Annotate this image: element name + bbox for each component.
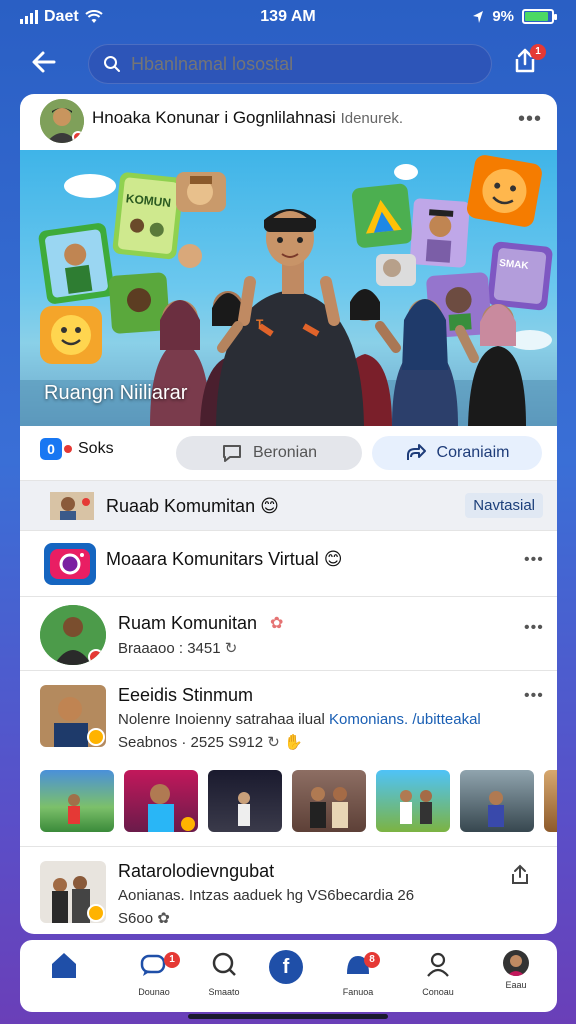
post-title[interactable]: Hnoaka Konunar i Gognlilahnasi Idenurek. (92, 108, 492, 128)
comment-icon (222, 445, 241, 462)
nav-search[interactable]: Smaato (192, 950, 256, 1006)
feed-item[interactable]: Moaara Komunitars Virtual 😊 ••• (20, 530, 557, 596)
notification-label: Ruaab Komumitan 😊 (106, 496, 279, 516)
sozluk-icon: 0 (40, 438, 62, 460)
feed-item-title: Ratarolodievngubat (118, 861, 275, 881)
camera-app-icon (44, 543, 96, 585)
search-icon (212, 952, 236, 976)
feed-item-meta: Seabnos · 2525 S912 ↻ ✋ (118, 734, 303, 751)
feed-item[interactable]: Ratarolodievngubat Aonianas. Intzas aadu… (20, 846, 557, 934)
battery-icon (522, 9, 557, 24)
notification-thumbnail (50, 492, 94, 520)
banner-shirt-text: T (256, 317, 264, 331)
avatar (503, 950, 529, 976)
group-banner-image[interactable]: KOMUN SMAK T Ruangn Niiliarar (20, 150, 557, 426)
notification-dot (64, 445, 72, 453)
back-button[interactable] (30, 48, 66, 80)
battery-percent: 9% (492, 8, 514, 25)
photo-thumbnail[interactable] (40, 770, 114, 832)
more-options-icon[interactable]: ••• (524, 688, 544, 704)
nav-account[interactable]: Eaau (484, 950, 548, 1006)
share-icon (512, 864, 528, 884)
feed-item-meta: S6oo ✿ (118, 910, 170, 927)
search-bar[interactable] (88, 44, 492, 84)
nav-chat[interactable]: 1 Dounao (122, 950, 186, 1006)
photo-thumbnail[interactable] (460, 770, 534, 832)
photo-thumbnail[interactable] (376, 770, 450, 832)
refresh-icon: ↻ (224, 640, 238, 657)
nav-search-label: Smaato (208, 987, 240, 997)
location-icon (473, 10, 484, 23)
bottom-navigation: 1 Dounao Smaato f 8 Fanuoa Conoau Eaau (20, 940, 557, 1012)
status-bar: Daet 139 AM 9% (0, 0, 576, 34)
notification-row[interactable]: Ruaab Komumitan 😊 Navtasial (20, 480, 557, 530)
top-bar: 1 (0, 40, 576, 88)
back-arrow-icon (32, 51, 56, 73)
more-options-icon[interactable]: ••• (524, 620, 544, 636)
chat-badge: 1 (164, 952, 180, 968)
sozluk-label: Soks (78, 440, 114, 457)
nav-groups-label: Fanuoa (342, 987, 374, 997)
home-icon (52, 953, 76, 978)
post-subtitle: Idenurek. (340, 110, 404, 127)
photo-thumbnail[interactable] (208, 770, 282, 832)
nav-home[interactable] (32, 950, 96, 1006)
nav-facebook[interactable]: f (254, 950, 318, 1006)
feed-item-description: Aonianas. Intzas aaduek hg VS6becardia 2… (118, 887, 415, 904)
heart-icon: ✿ (270, 615, 284, 632)
share-post-button[interactable]: Coraniaim (372, 436, 542, 470)
feed-item-meta: Braaaoo : 3451 ↻ (118, 640, 238, 657)
share-button[interactable]: 1 (510, 44, 546, 82)
share-badge: 1 (530, 44, 546, 60)
post-thumbnail (40, 861, 106, 923)
feed-item-title: Ruam Komunitan (118, 613, 258, 633)
photo-thumbnail[interactable] (544, 770, 557, 832)
search-icon (104, 56, 120, 72)
profile-icon (427, 952, 449, 977)
banner-caption: Ruangn Niiliarar (44, 382, 188, 404)
notification-tag[interactable]: Navtasial (465, 493, 543, 518)
post-header: Hnoaka Konunar i Gognlilahnasi Idenurek.… (20, 94, 557, 150)
nav-chat-label: Dounao (138, 987, 170, 997)
facebook-logo-icon: f (269, 950, 303, 984)
feed-item-description: Nolenre Inoienny satrahaa ilual Komonian… (118, 711, 481, 728)
nav-groups[interactable]: 8 Fanuoa (326, 950, 390, 1006)
nav-account-label: Eaau (505, 980, 527, 990)
nav-profile[interactable]: Conoau (406, 950, 470, 1006)
comment-label: Beronian (252, 444, 318, 461)
post-card: Hnoaka Konunar i Gognlilahnasi Idenurek.… (20, 94, 557, 934)
more-options-icon[interactable]: ••• (524, 552, 544, 568)
search-input[interactable] (131, 53, 471, 75)
feed-item-title: Eeeidis Stinmum (118, 685, 254, 705)
group-avatar (40, 605, 106, 665)
photo-thumbnail[interactable] (292, 770, 366, 832)
post-author-avatar[interactable] (40, 99, 84, 143)
feed-item-title: Moaara Komunitars Virtual 😊 (106, 549, 343, 569)
groups-badge: 8 (364, 952, 380, 968)
nav-profile-label: Conoau (422, 987, 454, 997)
post-thumbnail (40, 685, 106, 747)
more-options-icon[interactable]: ••• (518, 109, 542, 129)
home-indicator (188, 1014, 388, 1019)
action-bar: 0 Soks Beronian Coraniaim (20, 430, 557, 476)
share-arrow-icon (406, 444, 426, 460)
comment-button[interactable]: Beronian (176, 436, 362, 470)
photo-strip (40, 770, 557, 834)
sozluk-button[interactable]: 0 Soks (40, 438, 114, 460)
photo-thumbnail[interactable] (124, 770, 198, 832)
share-label: Coraniaim (436, 444, 510, 461)
feed-item[interactable]: Ruam Komunitan ✿ Braaaoo : 3451 ↻ ••• (20, 596, 557, 670)
share-button[interactable] (508, 863, 532, 892)
